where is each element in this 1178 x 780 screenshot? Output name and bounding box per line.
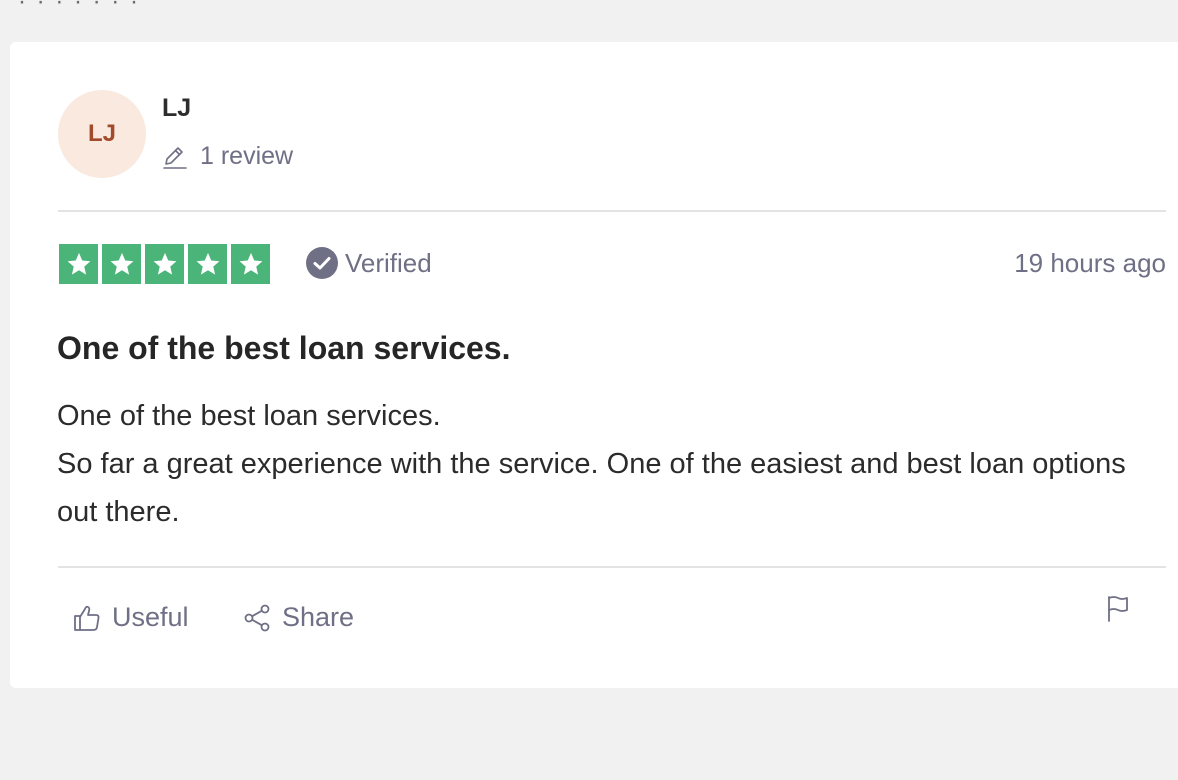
pencil-icon (163, 146, 187, 169)
flag-button[interactable] (1104, 594, 1132, 629)
review-body: One of the best loan services. So far a … (57, 392, 1157, 536)
reviewer-name[interactable]: LJ (162, 94, 191, 123)
verified-label: Verified (345, 247, 432, 278)
star-icon (188, 244, 227, 284)
cut-off-text-above: · · · · · · · (18, 0, 140, 15)
header-divider (58, 210, 1166, 212)
verified-check-icon (306, 247, 338, 279)
review-text-line: So far a great experience with the servi… (57, 448, 1126, 528)
share-button[interactable]: Share (242, 602, 354, 633)
share-label: Share (282, 602, 355, 632)
avatar-initials: LJ (87, 120, 116, 147)
useful-button[interactable]: Useful (72, 602, 189, 633)
avatar[interactable]: LJ (58, 90, 146, 178)
verified-badge[interactable]: Verified (305, 246, 432, 280)
star-icon (145, 244, 184, 284)
useful-label: Useful (112, 602, 189, 632)
review-count-label: 1 review (200, 142, 294, 170)
star-icon (59, 244, 98, 284)
star-rating (59, 244, 270, 284)
review-title[interactable]: One of the best loan services. (57, 330, 510, 367)
star-icon (102, 244, 141, 284)
thumbs-up-icon (74, 605, 100, 631)
flag-icon (1108, 596, 1128, 622)
review-text-line: One of the best loan services. (57, 400, 441, 432)
star-icon (231, 244, 270, 284)
review-card: LJ LJ 1 review Verified 19 hours ago One… (10, 42, 1178, 688)
review-date: 19 hours ago (1014, 248, 1166, 278)
share-icon (244, 604, 270, 631)
footer-divider (58, 566, 1166, 568)
review-count: 1 review (162, 142, 293, 171)
